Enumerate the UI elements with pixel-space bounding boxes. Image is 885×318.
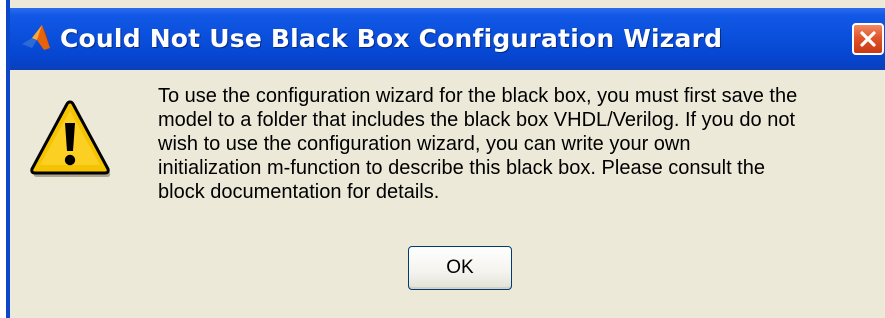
message-line: block documentation for details. [158,181,440,203]
message-line: model to a folder that includes the blac… [158,109,796,131]
close-icon [860,31,876,47]
dialog-window: Could Not Use Black Box Configuration Wi… [6,0,885,318]
message-text: To use the configuration wizard for the … [158,84,874,204]
warning-icon [28,99,112,178]
close-button[interactable] [852,23,884,55]
ok-button[interactable]: OK [408,246,512,290]
dialog-title: Could Not Use Black Box Configuration Wi… [60,24,723,53]
message-line: initialization m-function to describe th… [158,157,765,179]
message-line: To use the configuration wizard for the … [158,85,798,107]
message-line: wish to use the configuration wizard, yo… [158,133,691,155]
title-bar[interactable]: Could Not Use Black Box Configuration Wi… [10,8,885,70]
matlab-logo-icon [20,22,52,54]
